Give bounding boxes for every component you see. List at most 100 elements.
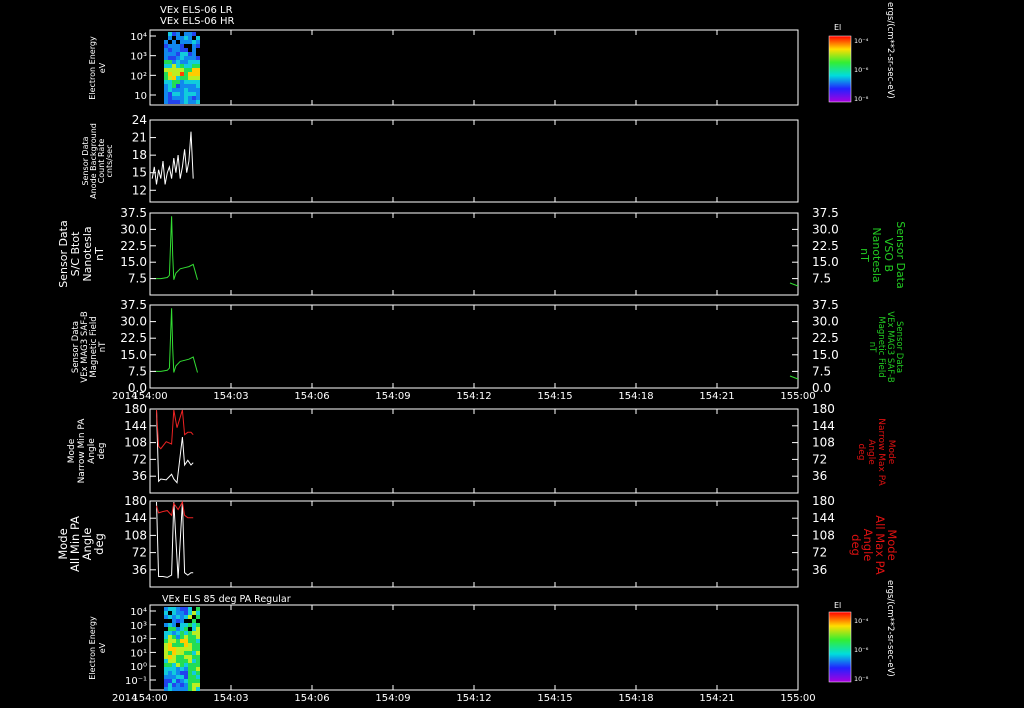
heat-cell-142 (192, 627, 196, 631)
ytick-label-p7-1: 10³ (130, 621, 147, 632)
ytick-right-label-p6-4: 36 (812, 563, 827, 577)
heat-cell-46 (172, 639, 176, 643)
heat-cell-55 (172, 675, 176, 679)
heat-cell-92 (184, 68, 188, 72)
ytick-right-label-p4-0: 37.5 (812, 298, 839, 312)
heat-cell-110 (188, 76, 192, 80)
heat-cell-60 (176, 611, 180, 615)
heat-cell-158 (196, 607, 200, 611)
heat-cell-101 (184, 611, 188, 615)
heat-cell-132 (188, 663, 192, 667)
heat-cell-146 (192, 643, 196, 647)
trace-panel-3-series-1 (154, 216, 198, 280)
heat-cell-147 (192, 647, 196, 651)
ytick-label-p4-1: 30.0 (120, 315, 147, 329)
heat-cell-33 (172, 32, 176, 36)
ytick-label-p6-3: 72 (132, 546, 147, 560)
ytick-right-label-p4-4: 7.5 (812, 364, 831, 378)
heat-cell-176 (196, 683, 200, 687)
heat-cell-21 (168, 56, 172, 60)
heat-cell-75 (176, 675, 180, 679)
ytick-right-label-p5-4: 36 (812, 469, 827, 483)
heat-cell-103 (184, 623, 188, 627)
heat-cell-48 (172, 647, 176, 651)
ytick-right-label-p3-1: 30.0 (812, 222, 839, 236)
heat-cell-24 (168, 68, 172, 72)
heat-cell-114 (188, 92, 192, 96)
heat-cell-32 (168, 667, 172, 671)
heat-cell-5 (164, 60, 168, 64)
heat-cell-16 (164, 679, 168, 683)
heat-cell-140 (192, 619, 196, 623)
heat-cell-93 (184, 72, 188, 76)
ylabel-panel-1: Electron Energy eV (88, 36, 107, 100)
heat-cell-110 (184, 651, 188, 655)
colorbar-top-tick-1: 10⁻⁶ (854, 66, 869, 74)
ytick-right-label-p6-2: 108 (812, 528, 835, 542)
heat-cell-1 (164, 611, 168, 615)
heat-cell-131 (188, 659, 192, 663)
ylabel-panel-6: Mode All Min PA Angle deg (56, 516, 106, 572)
heat-cell-7 (164, 68, 168, 72)
ylabel-right-6-line-3: deg (849, 534, 863, 556)
heat-cell-156 (192, 683, 196, 687)
heat-cell-103 (188, 40, 192, 44)
heat-cell-46 (172, 88, 176, 92)
energy-spectrogram-top (164, 32, 200, 104)
heat-cell-52 (176, 44, 180, 48)
plot-stage: VEx ELS-06 LR VEx ELS-06 HR 2014154:00 15… (56, 2, 907, 704)
heat-cell-116 (184, 675, 188, 679)
data-traces (151, 131, 799, 579)
header-line-1: VEx ELS-06 LR (160, 5, 233, 16)
ytick-label-p3-1: 30.0 (120, 222, 147, 236)
heat-cell-81 (180, 615, 184, 619)
heat-cell-69 (180, 44, 184, 48)
colorbar-top-gradient (828, 35, 852, 103)
ytick-right-label-p6-3: 72 (812, 546, 827, 560)
heat-cell-151 (192, 663, 196, 667)
ylabel-3-line-3: nT (93, 247, 106, 261)
trace-panel-5-series-2 (156, 409, 194, 450)
ytick-label-p7-3: 10¹ (130, 648, 147, 659)
heat-cell-1 (164, 44, 168, 48)
heat-cell-41 (172, 619, 176, 623)
heat-cell-53 (176, 48, 180, 52)
ytick-label-p2-0: 24 (132, 113, 147, 127)
heat-cell-9 (164, 651, 168, 655)
ylabel-2-line-3: cnts/sec (105, 145, 114, 178)
heat-cell-18 (164, 687, 168, 691)
heat-cell-18 (168, 44, 172, 48)
heat-cell-92 (180, 659, 184, 663)
heat-cell-112 (188, 84, 192, 88)
heat-cell-148 (196, 100, 200, 104)
heat-cell-145 (196, 88, 200, 92)
heat-cell-3 (164, 623, 168, 627)
heat-cell-27 (168, 647, 172, 651)
heat-cell-132 (192, 96, 196, 100)
heat-cell-147 (196, 96, 200, 100)
heat-cell-52 (172, 663, 176, 667)
heat-cell-64 (176, 92, 180, 96)
heat-cell-171 (196, 663, 200, 667)
heat-cell-61 (176, 80, 180, 84)
ylabel-right-4-line-3: nT (867, 342, 877, 353)
heat-cell-127 (192, 76, 196, 80)
ytick-right-label-p5-3: 72 (812, 452, 827, 466)
heat-cell-84 (180, 627, 184, 631)
heat-cell-62 (176, 84, 180, 88)
heat-cell-42 (172, 623, 176, 627)
heat-cell-124 (188, 631, 192, 635)
heat-cell-69 (176, 651, 180, 655)
x-tick-label-0-1: 154:03 (213, 391, 248, 402)
heat-cell-112 (184, 659, 188, 663)
heat-cell-17 (164, 683, 168, 687)
ylabel-4-line-3: nT (98, 341, 108, 352)
ytick-label-p4-0: 37.5 (120, 298, 147, 312)
heat-cell-15 (164, 100, 168, 104)
ytick-label-p1-2: 10² (130, 71, 147, 82)
heat-cell-71 (176, 659, 180, 663)
x-tick-label-0-4: 154:12 (456, 391, 491, 402)
ylabel-right-5-line-2: Angle (866, 439, 876, 465)
heat-cell-66 (176, 639, 180, 643)
ytick-label-p5-2: 108 (124, 436, 147, 450)
